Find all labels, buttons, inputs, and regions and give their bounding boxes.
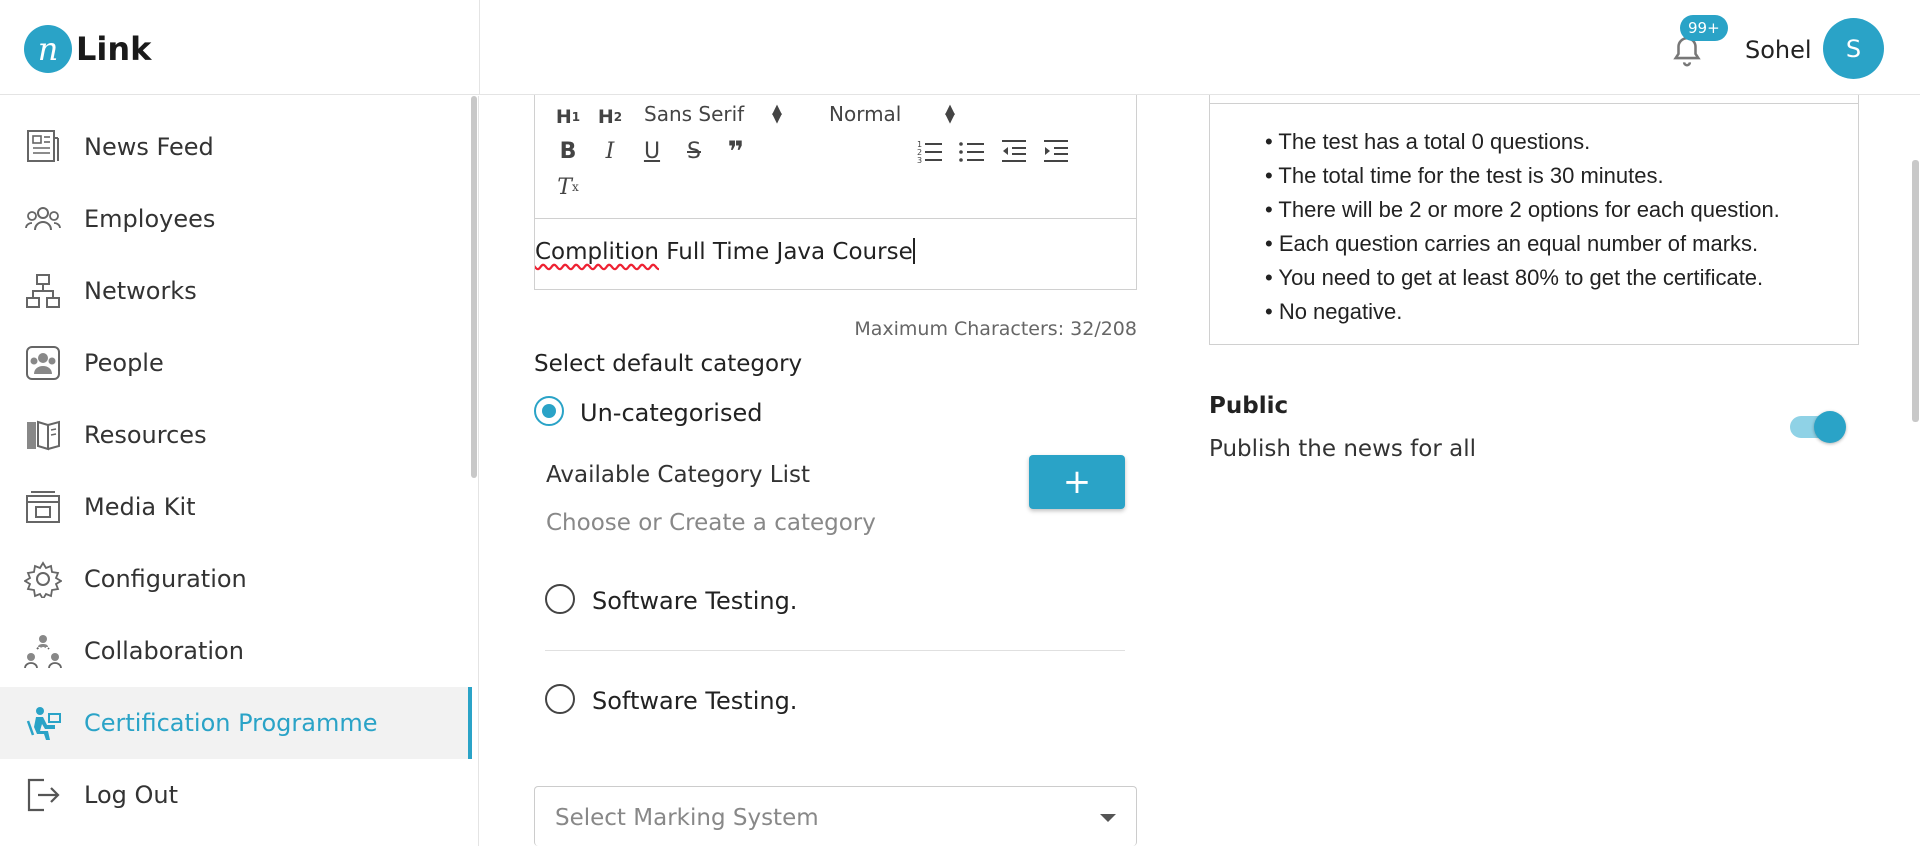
- font-size-select[interactable]: Normal ▲ ▼: [829, 102, 969, 128]
- sidebar-item-employees[interactable]: Employees: [0, 183, 472, 255]
- sidebar-item-label: Collaboration: [84, 637, 244, 665]
- clear-format-icon[interactable]: Tx: [553, 173, 583, 201]
- gear-icon: [24, 561, 62, 598]
- sidebar-item-label: People: [84, 349, 164, 377]
- editor-content[interactable]: Complition Full Time Java Course: [535, 238, 915, 265]
- svg-text:3: 3: [917, 156, 922, 165]
- font-size-value: Normal: [829, 102, 902, 126]
- sidebar-item-label: Log Out: [84, 781, 179, 809]
- sidebar-item-label: Employees: [84, 205, 216, 233]
- instruction-item: • The test has a total 0 questions.: [1265, 129, 1591, 154]
- instructions-divider: [1210, 103, 1858, 104]
- people-icon: [26, 346, 60, 380]
- heading-1-icon[interactable]: H1: [553, 103, 583, 131]
- category-section-title: Select default category: [534, 351, 803, 377]
- category-divider: [545, 650, 1125, 651]
- bold-icon[interactable]: B: [553, 137, 583, 165]
- indent-icon[interactable]: [1041, 137, 1071, 165]
- underline-icon[interactable]: U: [637, 137, 667, 165]
- sidebar-item-label: Networks: [84, 277, 197, 305]
- category-option-label[interactable]: Software Testing.: [592, 587, 797, 615]
- sidebar-item-certification-programme[interactable]: Certification Programme: [0, 687, 472, 759]
- instructions-list: • The test has a total 0 questions. • Th…: [1265, 125, 1780, 329]
- italic-icon[interactable]: I: [595, 137, 625, 165]
- public-title: Public: [1209, 393, 1289, 419]
- sort-arrows-icon: ▲ ▼: [945, 102, 955, 126]
- public-toggle[interactable]: [1790, 411, 1846, 443]
- resources-icon: [27, 420, 60, 451]
- notification-badge[interactable]: 99+: [1680, 15, 1728, 41]
- category-option-radio[interactable]: [545, 584, 575, 614]
- instruction-item: • You need to get at least 80% to get th…: [1265, 265, 1764, 290]
- media-kit-icon: [26, 491, 60, 523]
- sidebar-item-label: Configuration: [84, 565, 247, 593]
- instruction-item: • Each question carries an equal number …: [1265, 231, 1759, 256]
- sidebar-item-collaboration[interactable]: Collaboration: [0, 615, 472, 687]
- chevron-down-icon: [1100, 814, 1116, 822]
- news-feed-icon: [27, 130, 59, 162]
- rich-text-editor: H1 H2 Sans Serif ▲ ▼ Normal ▲ ▼ B I U S ❞ …: [534, 95, 1137, 290]
- font-family-value: Sans Serif: [644, 102, 745, 126]
- header-divider: [479, 0, 480, 95]
- max-characters-counter: Maximum Characters: 32/208: [854, 318, 1137, 340]
- outdent-icon[interactable]: [999, 137, 1029, 165]
- user-name[interactable]: Sohel: [1745, 36, 1812, 64]
- sidebar-item-networks[interactable]: Networks: [0, 255, 472, 327]
- toggle-knob: [1814, 411, 1846, 443]
- category-option-label[interactable]: Software Testing.: [592, 687, 797, 715]
- sidebar-item-configuration[interactable]: Configuration: [0, 543, 472, 615]
- sidebar-item-log-out[interactable]: Log Out: [0, 759, 472, 831]
- editor-text: Full Time Java Course: [658, 239, 913, 265]
- collaboration-icon: [24, 635, 62, 669]
- app-logo[interactable]: n Link: [24, 25, 151, 73]
- instruction-item: • No negative.: [1265, 299, 1403, 324]
- blockquote-icon[interactable]: ❞: [721, 135, 751, 168]
- category-search-input[interactable]: Choose or Create a category: [546, 510, 876, 536]
- bullet-list-icon[interactable]: [957, 137, 987, 165]
- sort-arrows-icon: ▲ ▼: [772, 102, 782, 126]
- instruction-item: • The total time for the test is 30 minu…: [1265, 163, 1664, 188]
- editor-toolbar: H1 H2 Sans Serif ▲ ▼ Normal ▲ ▼ B I U S ❞ …: [535, 95, 1136, 219]
- uncategorised-label[interactable]: Un-categorised: [580, 399, 762, 427]
- misspelled-word: Complition: [535, 239, 659, 265]
- sidebar-item-resources[interactable]: Resources: [0, 399, 472, 471]
- employees-icon: [25, 207, 61, 231]
- main-scrollbar[interactable]: [1912, 160, 1919, 422]
- public-description: Publish the news for all: [1209, 436, 1476, 462]
- sidebar-item-label: News Feed: [84, 133, 214, 161]
- category-option-radio[interactable]: [545, 684, 575, 714]
- ordered-list-icon[interactable]: 123: [915, 137, 945, 165]
- sidebar: News Feed Employees Networks People Reso…: [0, 96, 479, 846]
- font-family-select[interactable]: Sans Serif ▲ ▼: [644, 102, 794, 128]
- sidebar-item-media-kit[interactable]: Media Kit: [0, 471, 472, 543]
- heading-2-icon[interactable]: H2: [595, 103, 625, 131]
- strikethrough-icon[interactable]: S: [679, 137, 709, 165]
- add-category-button[interactable]: +: [1029, 455, 1125, 509]
- uncategorised-radio[interactable]: [534, 396, 564, 426]
- sidebar-item-people[interactable]: People: [0, 327, 472, 399]
- sidebar-item-label: Certification Programme: [84, 709, 378, 737]
- sidebar-item-news-feed[interactable]: News Feed: [0, 111, 472, 183]
- available-category-label: Available Category List: [546, 462, 810, 488]
- top-header: n Link 99+ Sohel S: [0, 0, 1920, 95]
- logo-mark: n: [24, 25, 72, 73]
- marking-system-placeholder: Select Marking System: [555, 805, 819, 831]
- instructions-box: • The test has a total 0 questions. • Th…: [1209, 95, 1859, 345]
- logo-text: Link: [76, 30, 152, 68]
- sidebar-item-label: Media Kit: [84, 493, 196, 521]
- instruction-item: • There will be 2 or more 2 options for …: [1265, 197, 1780, 222]
- avatar[interactable]: S: [1823, 18, 1884, 79]
- certification-icon: [26, 707, 61, 740]
- sidebar-item-label: Resources: [84, 421, 207, 449]
- marking-system-select[interactable]: Select Marking System: [534, 786, 1137, 846]
- logout-icon: [27, 778, 60, 812]
- text-caret: [912, 238, 915, 264]
- networks-icon: [26, 274, 60, 308]
